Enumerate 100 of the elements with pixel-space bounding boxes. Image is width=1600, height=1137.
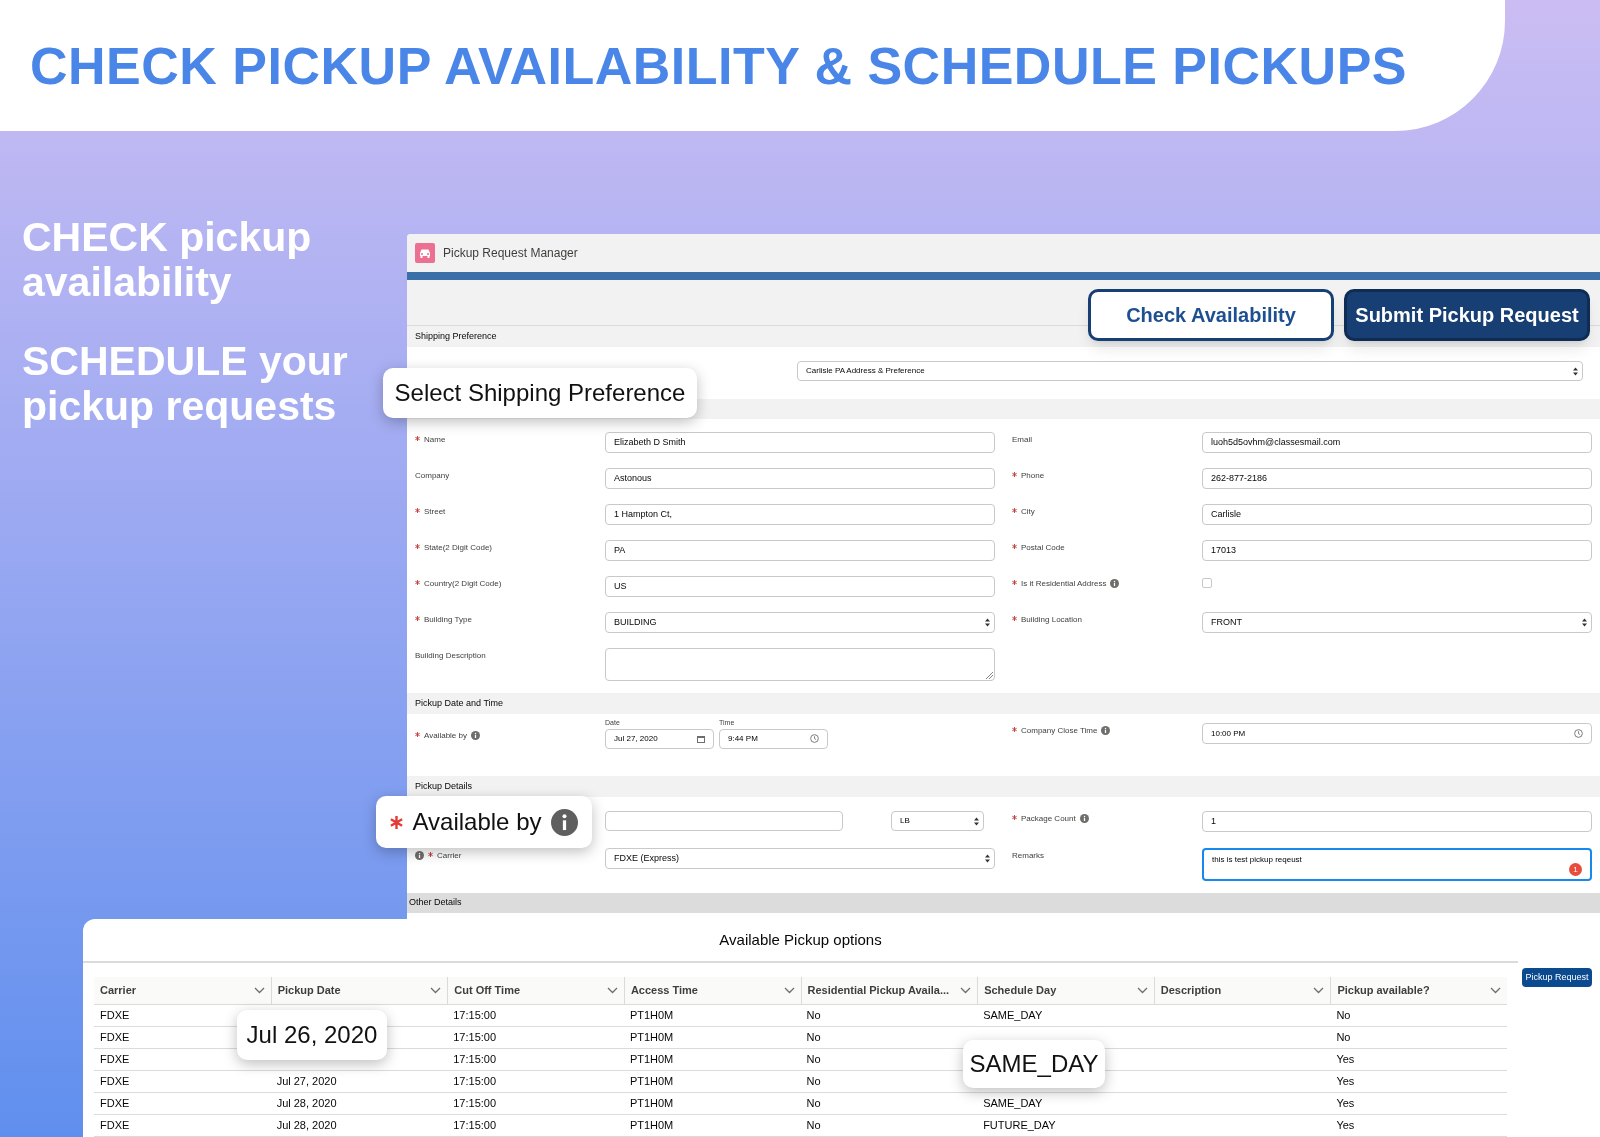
resize-handle-icon[interactable] (985, 671, 993, 679)
table-cell-text: No (806, 1008, 821, 1024)
field-label: City (1021, 507, 1035, 517)
chevron-down-icon (606, 987, 618, 994)
field-label: Name (424, 435, 446, 445)
chevron-down-icon (253, 987, 265, 994)
info-icon (551, 808, 579, 836)
text-area[interactable] (605, 648, 995, 681)
table-cell-text: Yes (1336, 1052, 1355, 1068)
table-cell-text: SAME_DAY (983, 1096, 1043, 1112)
notification-badge: 1 (1569, 863, 1582, 876)
date-field[interactable]: Jul 27, 2020 (605, 728, 714, 749)
time-field[interactable]: 10:00 PM (1202, 723, 1592, 744)
checkbox[interactable] (1202, 578, 1212, 588)
clock-icon (1574, 729, 1583, 738)
info-icon (471, 731, 480, 740)
table-cell-text: 17:15:00 (453, 1074, 497, 1090)
car-icon (415, 243, 435, 263)
table-cell-text: FDXE (100, 1030, 130, 1046)
field-label: Country(2 Digit Code) (424, 579, 502, 589)
select-field[interactable]: BUILDING (605, 612, 995, 633)
table-cell-text: 17:15:00 (453, 1030, 497, 1046)
field-label: Street (424, 507, 446, 517)
action-button[interactable]: Submit Pickup Request (1344, 289, 1590, 341)
column-header[interactable]: Pickup Date (270, 977, 448, 1004)
table-cell-text: FDXE (100, 1008, 130, 1024)
banner-title: CHECK PICKUP AVAILABILITY & SCHEDULE PICKUPS (30, 35, 1408, 97)
text-field[interactable]: 1 Hampton Ct, (605, 504, 995, 525)
field-label: Package Count (1021, 814, 1076, 824)
table-cell-text: No (806, 1030, 821, 1046)
field-label: Building Description (415, 651, 486, 661)
text-field[interactable]: PA (605, 540, 995, 561)
info-icon (415, 851, 424, 860)
table-cell-text: 17:15:00 (453, 1052, 497, 1068)
text-field[interactable]: luoh5d5ovhm@classesmail.com (1202, 432, 1592, 453)
column-header[interactable]: Carrier (94, 977, 271, 1004)
table-cell-text: 17:15:00 (453, 1096, 497, 1112)
chevron-down-icon (783, 987, 795, 994)
calendar-icon (697, 734, 705, 743)
field-label: Phone (1021, 471, 1045, 481)
select-arrows-icon (974, 816, 979, 826)
section-heading: Other Details (407, 893, 1600, 913)
text-field[interactable]: Elizabeth D Smith (605, 432, 995, 453)
callout-text: SAME_DAY (969, 1049, 1099, 1079)
select-arrows-icon (985, 618, 990, 627)
table-cell-text: No (806, 1118, 821, 1134)
tagline: SCHEDULE your pickup requests (22, 339, 349, 429)
table-cell-text: No (806, 1096, 821, 1112)
column-header[interactable]: Access Time (623, 977, 801, 1004)
field-label: Carrier (437, 851, 462, 861)
tagline: CHECK pickup availability (22, 215, 313, 305)
text-field[interactable]: Astonous (605, 468, 995, 489)
table-cell-text: Jul 27, 2020 (276, 1074, 337, 1090)
action-button[interactable]: Check Availability (1088, 289, 1334, 341)
table-cell-text: PT1H0M (629, 1030, 674, 1046)
pickup-request-button[interactable]: Pickup Request (1522, 968, 1592, 987)
select-field[interactable]: FDXE (Express) (605, 848, 995, 869)
table-cell-text: PT1H0M (629, 1074, 674, 1090)
table-cell-text: FDXE (100, 1118, 130, 1134)
select-field[interactable]: FRONT (1202, 612, 1592, 633)
column-header[interactable]: Pickup available? (1330, 977, 1507, 1004)
table-cell-text: FDXE (100, 1052, 130, 1068)
chevron-down-icon (960, 987, 972, 994)
chevron-down-icon (1490, 987, 1501, 994)
table-cell-text: Yes (1336, 1118, 1355, 1134)
text-field[interactable]: 17013 (1202, 540, 1592, 561)
select-field[interactable]: LB (891, 811, 984, 831)
text-field[interactable]: 1 (1202, 811, 1592, 832)
table-cell-text: 17:15:00 (453, 1118, 497, 1134)
callout-text: Jul 26, 2020 (246, 1020, 378, 1050)
select-field[interactable]: Carlisle PA Address & Preference (797, 361, 1583, 381)
weight-field[interactable] (605, 811, 843, 831)
table-cell-text: No (806, 1052, 821, 1068)
select-arrows-icon (985, 854, 990, 863)
field-label: Is it Residential Address (1021, 579, 1107, 589)
table-cell-text: Yes (1336, 1096, 1355, 1112)
chevron-down-icon (1313, 987, 1325, 994)
table-cell-text: PT1H0M (629, 1118, 674, 1134)
info-icon (1101, 726, 1111, 735)
section-heading: Pickup Details (407, 776, 1600, 797)
table-cell-text: FDXE (100, 1096, 130, 1112)
text-field[interactable]: US (605, 576, 995, 597)
table-cell-text: Jul 28, 2020 (276, 1096, 337, 1112)
time-field[interactable]: 9:44 PM (719, 728, 828, 749)
column-header[interactable]: Schedule Day (977, 977, 1154, 1004)
field-label: Company (415, 471, 450, 481)
table-cell-text: FUTURE_DAY (983, 1118, 1056, 1134)
text-field[interactable]: 262-877-2186 (1202, 468, 1592, 489)
column-header[interactable]: Residential Pickup Availa... (800, 977, 978, 1004)
select-arrows-icon (1573, 366, 1578, 376)
text-field[interactable]: Carlisle (1202, 504, 1592, 525)
field-label: State(2 Digit Code) (424, 543, 493, 553)
column-header[interactable]: Cut Off Time (447, 977, 624, 1004)
section-heading: Pickup Date and Time (407, 693, 1600, 714)
table-cell-text: PT1H0M (629, 1096, 674, 1112)
field-label: Available by (424, 731, 467, 741)
field-label: Postal Code (1021, 543, 1065, 553)
remarks-text-area[interactable]: this is test pickup reqeust 1 (1202, 848, 1592, 881)
column-header[interactable]: Description (1153, 977, 1331, 1004)
callout-text: Select Shipping Preference (394, 378, 686, 408)
